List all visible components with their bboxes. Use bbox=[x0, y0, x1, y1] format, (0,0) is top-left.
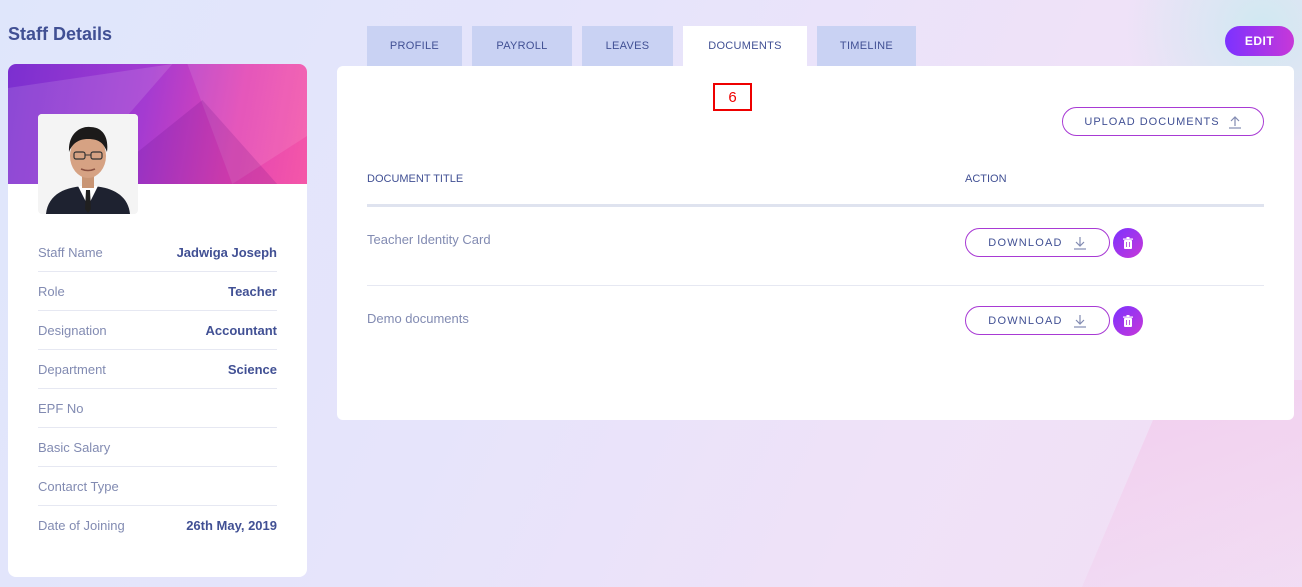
info-row-staff-name: Staff Name Jadwiga Joseph bbox=[38, 233, 277, 272]
info-label: Basic Salary bbox=[38, 439, 111, 455]
info-row-department: Department Science bbox=[38, 350, 277, 389]
info-label: Staff Name bbox=[38, 244, 103, 260]
info-value: Teacher bbox=[228, 283, 277, 299]
download-icon bbox=[1073, 314, 1086, 328]
download-button[interactable]: DOWNLOAD bbox=[965, 228, 1110, 257]
info-row-role: Role Teacher bbox=[38, 272, 277, 311]
tab-profile[interactable]: PROFILE bbox=[367, 26, 462, 66]
edit-button[interactable]: EDIT bbox=[1225, 26, 1294, 56]
info-value: Accountant bbox=[205, 322, 278, 338]
staff-photo bbox=[38, 114, 138, 214]
info-label: Department bbox=[38, 361, 106, 377]
info-row-epf-no: EPF No bbox=[38, 389, 277, 428]
delete-button[interactable] bbox=[1113, 228, 1143, 258]
download-button[interactable]: DOWNLOAD bbox=[965, 306, 1110, 335]
upload-icon bbox=[1228, 115, 1241, 129]
staff-info-list: Staff Name Jadwiga Joseph Role Teacher D… bbox=[38, 233, 277, 545]
info-label: Designation bbox=[38, 322, 107, 338]
info-label: Role bbox=[38, 283, 65, 299]
tab-leaves[interactable]: LEAVES bbox=[582, 26, 673, 66]
delete-button[interactable] bbox=[1113, 306, 1143, 336]
download-label: DOWNLOAD bbox=[988, 314, 1063, 327]
column-header-document-title: DOCUMENT TITLE bbox=[367, 173, 464, 185]
tab-payroll[interactable]: PAYROLL bbox=[472, 26, 572, 66]
info-label: EPF No bbox=[38, 400, 84, 416]
info-row-date-of-joining: Date of Joining 26th May, 2019 bbox=[38, 506, 277, 545]
trash-icon bbox=[1123, 315, 1133, 327]
document-title: Demo documents bbox=[367, 311, 469, 326]
info-value: Science bbox=[227, 361, 277, 377]
info-row-contract-type: Contarct Type bbox=[38, 467, 277, 506]
info-value: Jadwiga Joseph bbox=[176, 244, 277, 260]
tab-timeline[interactable]: TIMELINE bbox=[817, 26, 916, 66]
info-row-basic-salary: Basic Salary bbox=[38, 428, 277, 467]
upload-label: UPLOAD DOCUMENTS bbox=[1084, 115, 1220, 128]
upload-documents-button[interactable]: UPLOAD DOCUMENTS bbox=[1062, 107, 1264, 136]
download-icon bbox=[1073, 236, 1086, 250]
info-label: Contarct Type bbox=[38, 478, 119, 494]
annotation-marker: 6 bbox=[713, 83, 752, 111]
info-label: Date of Joining bbox=[38, 518, 125, 533]
page-title: Staff Details bbox=[8, 24, 113, 44]
download-label: DOWNLOAD bbox=[988, 236, 1063, 249]
documents-panel: 6 UPLOAD DOCUMENTS DOCUMENT TITLE ACTION… bbox=[337, 66, 1294, 420]
trash-icon bbox=[1123, 237, 1133, 249]
profile-card: Staff Name Jadwiga Joseph Role Teacher D… bbox=[8, 64, 307, 577]
tab-documents[interactable]: DOCUMENTS bbox=[683, 26, 807, 66]
table-row: Teacher Identity Card DOWNLOAD bbox=[367, 207, 1264, 286]
column-header-action: ACTION bbox=[965, 173, 1007, 185]
table-row: Demo documents DOWNLOAD bbox=[367, 286, 1264, 365]
info-row-designation: Designation Accountant bbox=[38, 311, 277, 350]
document-title: Teacher Identity Card bbox=[367, 232, 491, 247]
info-value: 26th May, 2019 bbox=[186, 518, 277, 533]
avatar bbox=[38, 114, 138, 214]
